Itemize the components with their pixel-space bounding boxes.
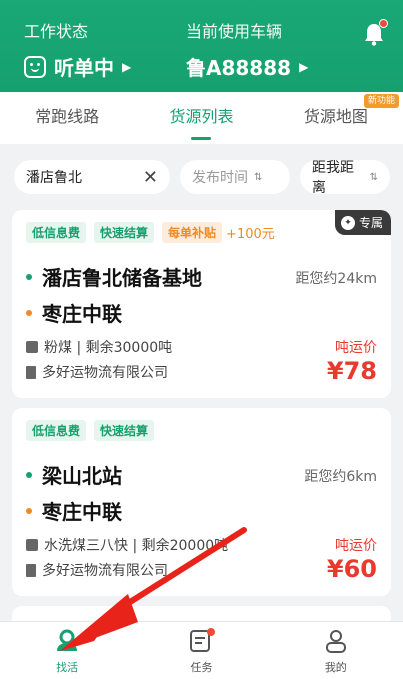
person-pin-icon <box>57 629 78 651</box>
tab-cargo-map[interactable]: 货源地图 新功能 <box>269 92 403 144</box>
tag-fast-settle: 快速结算 <box>94 222 155 243</box>
bonus-amount: +100元 <box>226 227 275 242</box>
tab-label: 货源地图 <box>303 107 368 126</box>
company-info: 多好运物流有限公司 <box>26 560 168 580</box>
box-icon <box>26 539 38 551</box>
origin-dot <box>26 471 32 478</box>
filter-bar: 潘店鲁北 ✕ 发布时间 ⇅ 距我距离 ⇅ <box>14 160 390 196</box>
cargo-card[interactable]: 低信息费 快速结算 每单补贴 +100元 ✦ 专属 潘店鲁北储备基地 距您约24… <box>12 210 391 398</box>
tab-cargo-list[interactable]: 货源列表 <box>134 92 268 144</box>
notification-dot <box>379 19 388 28</box>
tab-label: 常跑线路 <box>35 107 100 126</box>
destination-dot <box>26 309 32 316</box>
destination: 枣庄中联 <box>26 496 122 525</box>
distance-label: 距您约24km <box>295 271 377 287</box>
sort-by-time-button[interactable]: 发布时间 ⇅ <box>180 160 290 194</box>
nav-find-work[interactable]: 找活 <box>0 622 134 679</box>
chevron-right-icon: ▶ <box>299 59 309 74</box>
destination-dot <box>26 507 32 514</box>
chevron-right-icon: ▶ <box>122 59 132 74</box>
price-label: 吨运价 <box>335 340 377 356</box>
work-status-text: 听单中 <box>54 56 114 80</box>
work-status-block[interactable]: 工作状态 听单中 ▶ <box>24 18 131 81</box>
destination-name: 枣庄中联 <box>42 500 122 524</box>
bell-icon[interactable] <box>363 19 388 46</box>
price-value: ¥60 <box>326 555 377 583</box>
nav-profile[interactable]: 我的 <box>269 622 403 679</box>
destination: 枣庄中联 <box>26 298 122 327</box>
tag-low-fee: 低信息费 <box>26 420 87 441</box>
tag-row: 低信息费 快速结算 每单补贴 +100元 <box>26 222 275 243</box>
building-icon <box>26 365 36 379</box>
vehicle-block[interactable]: 当前使用车辆 鲁A88888 ▶ <box>186 18 308 81</box>
sort-by-distance-button[interactable]: 距我距离 ⇅ <box>300 160 390 196</box>
search-value: 潘店鲁北 <box>26 170 82 186</box>
goods-info: 水洗煤三八快 | 剩余20000吨 <box>26 535 228 555</box>
tab-frequent-routes[interactable]: 常跑线路 <box>0 92 134 144</box>
nav-label: 我的 <box>324 661 347 674</box>
distance-label: 距您约6km <box>304 469 377 485</box>
vehicle-value[interactable]: 鲁A88888 ▶ <box>186 52 308 81</box>
cargo-card[interactable]: 低信息费 快速结算 梁山北站 距您约6km 枣庄中联 水洗煤三八快 | 剩余20… <box>12 408 391 596</box>
nav-label: 任务 <box>190 661 213 674</box>
sort-icon: ⇅ <box>254 171 263 183</box>
search-input[interactable]: 潘店鲁北 ✕ <box>14 160 170 194</box>
user-profile-icon <box>325 630 346 653</box>
origin-dot <box>26 273 32 280</box>
work-status-caption: 工作状态 <box>24 22 89 41</box>
origin: 潘店鲁北储备基地 <box>26 262 202 291</box>
new-feature-badge: 新功能 <box>363 94 399 108</box>
exclusive-label: 专属 <box>358 216 383 230</box>
exclusive-badge: ✦ 专属 <box>334 210 391 235</box>
company-info: 多好运物流有限公司 <box>26 362 168 382</box>
nav-tasks[interactable]: 任务 <box>134 622 268 679</box>
sort-icon: ⇅ <box>369 171 378 183</box>
destination-name: 枣庄中联 <box>42 302 122 326</box>
clear-icon[interactable]: ✕ <box>143 167 158 188</box>
sort-distance-label: 距我距离 <box>312 160 354 196</box>
company-name: 多好运物流有限公司 <box>42 563 168 579</box>
origin-name: 梁山北站 <box>42 464 122 488</box>
goods-text: 粉煤 | 剩余30000吨 <box>44 340 173 356</box>
goods-info: 粉煤 | 剩余30000吨 <box>26 337 172 357</box>
bottom-nav: 找活 任务 我的 <box>0 621 403 679</box>
price-value: ¥78 <box>326 357 377 385</box>
origin: 梁山北站 <box>26 460 122 489</box>
box-icon <box>26 341 38 353</box>
nav-label: 找活 <box>56 661 79 674</box>
tab-label: 货源列表 <box>169 107 234 126</box>
smile-face-icon <box>24 55 46 78</box>
work-status-value[interactable]: 听单中 ▶ <box>24 52 131 81</box>
vehicle-caption: 当前使用车辆 <box>186 22 283 41</box>
top-header: 工作状态 听单中 ▶ 当前使用车辆 鲁A88888 ▶ <box>0 0 403 92</box>
price-label: 吨运价 <box>335 538 377 554</box>
building-icon <box>26 563 36 577</box>
company-name: 多好运物流有限公司 <box>42 365 168 381</box>
origin-name: 潘店鲁北储备基地 <box>42 266 202 290</box>
main-tabs: 常跑线路 货源列表 货源地图 新功能 <box>0 92 403 144</box>
tag-fast-settle: 快速结算 <box>94 420 155 441</box>
tag-low-fee: 低信息费 <box>26 222 87 243</box>
tag-row: 低信息费 快速结算 <box>26 420 162 441</box>
vehicle-plate: 鲁A88888 <box>186 56 292 80</box>
goods-text: 水洗煤三八快 | 剩余20000吨 <box>44 538 229 554</box>
exclusive-icon: ✦ <box>340 215 355 230</box>
sort-time-label: 发布时间 <box>192 170 248 186</box>
tag-subsidy: 每单补贴 <box>162 222 223 243</box>
